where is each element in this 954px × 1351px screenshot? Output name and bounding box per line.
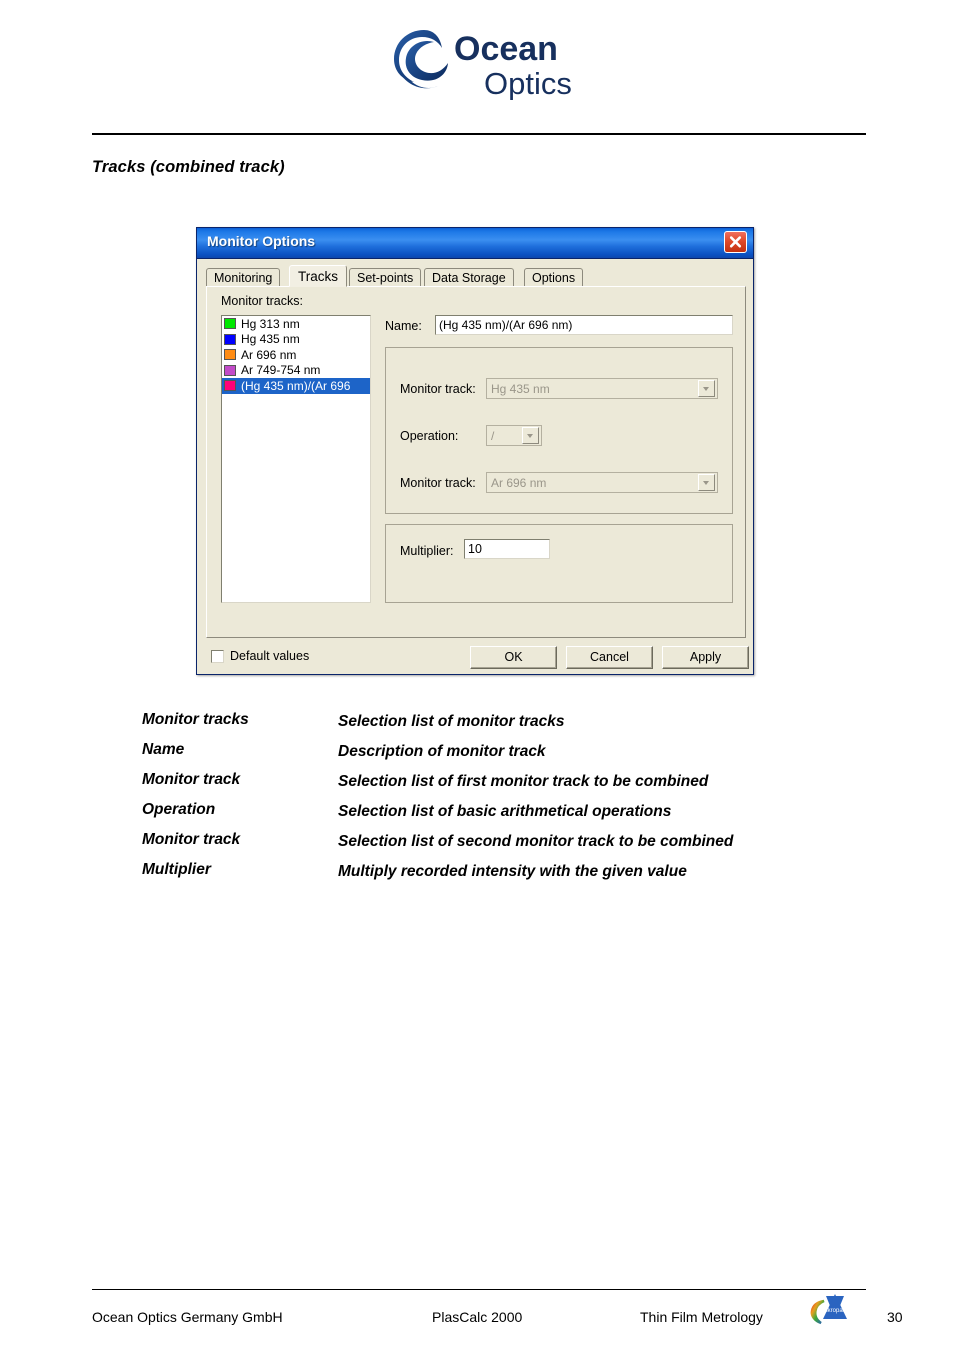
list-item[interactable]: Hg 313 nm — [222, 316, 370, 332]
definition-term: Multiplier — [142, 861, 211, 878]
monitor-track-1-dropdown[interactable]: Hg 435 nm — [486, 378, 718, 399]
field-descriptions-list: Monitor tracks Selection list of monitor… — [142, 711, 842, 891]
close-x-glyph — [729, 236, 742, 248]
monitor-tracks-listbox[interactable]: Hg 313 nm Hg 435 nm Ar 696 nm Ar 749-754… — [221, 315, 371, 603]
ocean-optics-swirl-logo: Ocean Optics — [394, 30, 572, 100]
dialog-title: Monitor Options — [207, 233, 316, 249]
definition-term: Operation — [142, 801, 216, 818]
list-item[interactable]: Ar 696 nm — [222, 347, 370, 363]
definition-description: Selection list of basic arithmetical ope… — [338, 803, 672, 820]
operation-dropdown[interactable]: / — [486, 425, 542, 446]
page-footer: Ocean Optics Germany GmbH PlasCalc 2000 … — [92, 1294, 903, 1336]
definition-term: Name — [142, 741, 185, 758]
tab-data-storage[interactable]: Data Storage — [424, 268, 514, 287]
definition-description: Selection list of second monitor track t… — [338, 833, 734, 850]
tab-options[interactable]: Options — [524, 268, 584, 287]
mikropack-logo-text: Mikropack — [821, 1308, 849, 1314]
chevron-down-icon[interactable] — [698, 474, 715, 491]
footer-division: Thin Film Metrology — [640, 1309, 763, 1325]
list-item[interactable]: Ar 749-754 nm — [222, 363, 370, 379]
multiplier-group: Multiplier: — [385, 524, 733, 603]
list-item-label: Hg 435 nm — [241, 332, 300, 347]
tracks-tab-panel: Monitor tracks: Hg 313 nm Hg 435 nm Ar 6… — [206, 286, 746, 638]
definition-description: Selection list of monitor tracks — [338, 713, 565, 730]
definition-description: Selection list of first monitor track to… — [338, 773, 709, 790]
track-color-swatch — [224, 380, 236, 392]
definition-term: Monitor track — [142, 831, 241, 848]
definition-row: Multiplier Multiply recorded intensity w… — [142, 861, 842, 883]
page-number: 30 — [887, 1309, 903, 1325]
dialog-footer: Default values OK Cancel Apply — [197, 640, 753, 676]
name-input[interactable] — [435, 315, 733, 335]
definition-term: Monitor tracks — [142, 711, 249, 728]
chevron-down-icon[interactable] — [698, 380, 715, 397]
ocean-optics-logo: Ocean Optics — [388, 24, 578, 100]
brand-name-line2: Optics — [484, 66, 572, 100]
monitor-track-2-value: Ar 696 nm — [491, 475, 547, 490]
track-color-swatch — [224, 364, 236, 376]
checkbox-box[interactable] — [211, 649, 224, 663]
list-item-label: Hg 313 nm — [241, 316, 300, 331]
operation-value: / — [491, 428, 495, 443]
header-divider — [92, 133, 866, 135]
monitor-tracks-label: Monitor tracks: — [221, 294, 303, 308]
monitor-track-1-value: Hg 435 nm — [491, 381, 550, 396]
name-label: Name: — [385, 319, 422, 333]
name-row: Name: — [385, 315, 733, 337]
cancel-button[interactable]: Cancel — [566, 646, 653, 669]
tab-monitoring[interactable]: Monitoring — [206, 268, 281, 287]
apply-button[interactable]: Apply — [662, 646, 749, 669]
brand-name-line1: Ocean — [454, 30, 558, 68]
multiplier-input[interactable] — [464, 539, 550, 559]
definition-row: Monitor track Selection list of second m… — [142, 831, 842, 853]
monitor-track-2-label: Monitor track: — [400, 476, 476, 490]
definition-description: Description of monitor track — [338, 743, 546, 760]
dialog-tabstrip: Monitoring Tracks Set-points Data Storag… — [206, 265, 746, 287]
tab-set-points[interactable]: Set-points — [349, 268, 422, 287]
monitor-track-1-label: Monitor track: — [400, 382, 476, 396]
monitor-track-2-dropdown[interactable]: Ar 696 nm — [486, 472, 718, 493]
default-values-label: Default values — [230, 649, 310, 663]
default-values-checkbox[interactable]: Default values — [211, 649, 309, 663]
operation-label: Operation: — [400, 429, 459, 443]
mikropack-logo: Mikropack — [804, 1292, 866, 1330]
footer-product: PlasCalc 2000 — [432, 1309, 523, 1325]
list-item-label: (Hg 435 nm)/(Ar 696 — [241, 378, 351, 393]
list-item[interactable]: Hg 435 nm — [222, 332, 370, 348]
tab-tracks[interactable]: Tracks — [289, 265, 347, 287]
footer-company: Ocean Optics Germany GmbH — [92, 1309, 283, 1325]
definition-row: Operation Selection list of basic arithm… — [142, 801, 842, 823]
track-color-swatch — [224, 349, 236, 361]
list-item-label: Ar 696 nm — [241, 347, 297, 362]
definition-row: Monitor tracks Selection list of monitor… — [142, 711, 842, 733]
footer-divider — [92, 1289, 866, 1290]
ok-button[interactable]: OK — [470, 646, 557, 669]
multiplier-label: Multiplier: — [400, 544, 454, 558]
definition-term: Monitor track — [142, 771, 241, 788]
definition-row: Monitor track Selection list of first mo… — [142, 771, 842, 793]
page-title: Tracks (combined track) — [92, 158, 285, 176]
dialog-titlebar[interactable]: Monitor Options — [197, 228, 753, 259]
close-icon[interactable] — [724, 231, 747, 253]
combine-tracks-group: Monitor track: Hg 435 nm Operation: / Mo… — [385, 347, 733, 514]
list-item-selected[interactable]: (Hg 435 nm)/(Ar 696 — [222, 378, 370, 394]
track-color-swatch — [224, 333, 236, 345]
mikropack-logo-glyph: Mikropack — [810, 1294, 850, 1325]
monitor-options-dialog: Monitor Options Monitoring Tracks Set-po… — [196, 227, 754, 675]
chevron-down-icon[interactable] — [522, 427, 539, 444]
definition-description: Multiply recorded intensity with the giv… — [338, 863, 687, 880]
track-color-swatch — [224, 318, 236, 330]
definition-row: Name Description of monitor track — [142, 741, 842, 763]
list-item-label: Ar 749-754 nm — [241, 363, 321, 378]
